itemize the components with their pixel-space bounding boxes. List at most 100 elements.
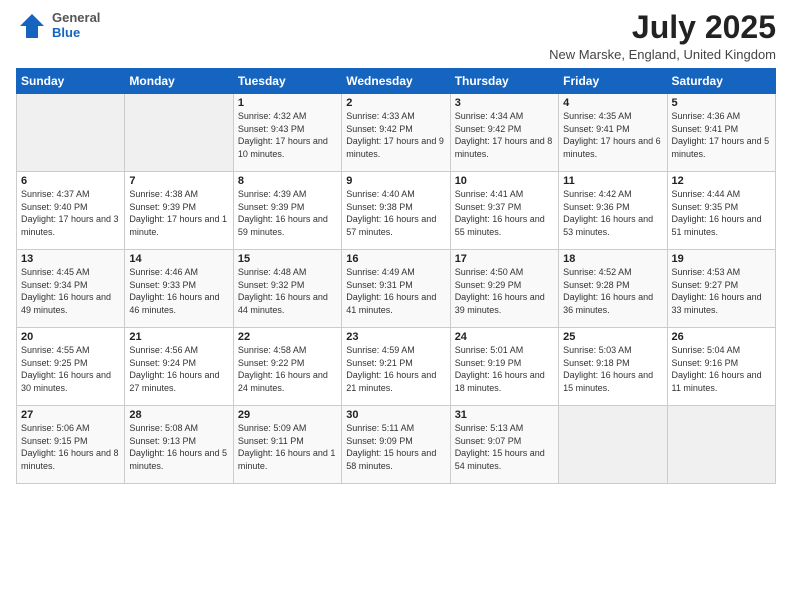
day-daylight: Daylight: 16 hours and 33 minutes. [672, 292, 762, 315]
day-daylight: Daylight: 17 hours and 10 minutes. [238, 136, 328, 159]
day-daylight: Daylight: 16 hours and 51 minutes. [672, 214, 762, 237]
day-sunset: Sunset: 9:39 PM [129, 202, 196, 212]
logo-general: General [52, 11, 100, 26]
day-sunrise: Sunrise: 4:41 AM [455, 189, 524, 199]
table-row: 3 Sunrise: 4:34 AM Sunset: 9:42 PM Dayli… [450, 94, 558, 172]
table-row [667, 406, 775, 484]
day-sunrise: Sunrise: 4:36 AM [672, 111, 741, 121]
day-daylight: Daylight: 17 hours and 8 minutes. [455, 136, 553, 159]
day-number: 28 [129, 409, 228, 421]
table-row: 26 Sunrise: 5:04 AM Sunset: 9:16 PM Dayl… [667, 328, 775, 406]
day-daylight: Daylight: 17 hours and 5 minutes. [672, 136, 770, 159]
day-sunrise: Sunrise: 4:39 AM [238, 189, 307, 199]
day-sunset: Sunset: 9:33 PM [129, 280, 196, 290]
day-number: 9 [346, 175, 445, 187]
day-sunrise: Sunrise: 4:45 AM [21, 267, 90, 277]
day-number: 20 [21, 331, 120, 343]
day-sunrise: Sunrise: 4:58 AM [238, 345, 307, 355]
day-daylight: Daylight: 16 hours and 15 minutes. [563, 370, 653, 393]
day-sunset: Sunset: 9:39 PM [238, 202, 305, 212]
day-daylight: Daylight: 16 hours and 49 minutes. [21, 292, 111, 315]
day-sunrise: Sunrise: 4:50 AM [455, 267, 524, 277]
day-daylight: Daylight: 16 hours and 24 minutes. [238, 370, 328, 393]
day-daylight: Daylight: 16 hours and 11 minutes. [672, 370, 762, 393]
day-sunset: Sunset: 9:24 PM [129, 358, 196, 368]
header-friday: Friday [559, 69, 667, 94]
day-daylight: Daylight: 17 hours and 3 minutes. [21, 214, 119, 237]
day-number: 27 [21, 409, 120, 421]
calendar-week-row: 13 Sunrise: 4:45 AM Sunset: 9:34 PM Dayl… [17, 250, 776, 328]
calendar-week-row: 27 Sunrise: 5:06 AM Sunset: 9:15 PM Dayl… [17, 406, 776, 484]
table-row: 18 Sunrise: 4:52 AM Sunset: 9:28 PM Dayl… [559, 250, 667, 328]
day-daylight: Daylight: 16 hours and 30 minutes. [21, 370, 111, 393]
calendar-week-row: 6 Sunrise: 4:37 AM Sunset: 9:40 PM Dayli… [17, 172, 776, 250]
table-row: 29 Sunrise: 5:09 AM Sunset: 9:11 PM Dayl… [233, 406, 341, 484]
day-sunset: Sunset: 9:42 PM [455, 124, 522, 134]
day-daylight: Daylight: 16 hours and 55 minutes. [455, 214, 545, 237]
day-sunset: Sunset: 9:11 PM [238, 436, 304, 446]
day-sunrise: Sunrise: 5:06 AM [21, 423, 90, 433]
day-daylight: Daylight: 16 hours and 36 minutes. [563, 292, 653, 315]
day-daylight: Daylight: 16 hours and 5 minutes. [129, 448, 227, 471]
table-row: 14 Sunrise: 4:46 AM Sunset: 9:33 PM Dayl… [125, 250, 233, 328]
day-number: 21 [129, 331, 228, 343]
table-row [559, 406, 667, 484]
day-daylight: Daylight: 17 hours and 6 minutes. [563, 136, 661, 159]
day-daylight: Daylight: 16 hours and 41 minutes. [346, 292, 436, 315]
day-sunset: Sunset: 9:32 PM [238, 280, 305, 290]
table-row: 20 Sunrise: 4:55 AM Sunset: 9:25 PM Dayl… [17, 328, 125, 406]
day-number: 14 [129, 253, 228, 265]
day-daylight: Daylight: 16 hours and 46 minutes. [129, 292, 219, 315]
logo-icon [16, 10, 48, 42]
calendar-week-row: 20 Sunrise: 4:55 AM Sunset: 9:25 PM Dayl… [17, 328, 776, 406]
day-number: 16 [346, 253, 445, 265]
day-daylight: Daylight: 17 hours and 1 minute. [129, 214, 227, 237]
table-row: 7 Sunrise: 4:38 AM Sunset: 9:39 PM Dayli… [125, 172, 233, 250]
day-sunrise: Sunrise: 4:59 AM [346, 345, 415, 355]
day-sunrise: Sunrise: 4:44 AM [672, 189, 741, 199]
calendar-week-row: 1 Sunrise: 4:32 AM Sunset: 9:43 PM Dayli… [17, 94, 776, 172]
day-number: 22 [238, 331, 337, 343]
day-number: 19 [672, 253, 771, 265]
month-title: July 2025 [549, 10, 776, 45]
day-number: 30 [346, 409, 445, 421]
day-daylight: Daylight: 16 hours and 18 minutes. [455, 370, 545, 393]
day-sunset: Sunset: 9:34 PM [21, 280, 88, 290]
calendar-table: Sunday Monday Tuesday Wednesday Thursday… [16, 68, 776, 484]
day-number: 25 [563, 331, 662, 343]
header-monday: Monday [125, 69, 233, 94]
day-number: 12 [672, 175, 771, 187]
day-sunrise: Sunrise: 4:40 AM [346, 189, 415, 199]
day-sunset: Sunset: 9:42 PM [346, 124, 413, 134]
day-sunset: Sunset: 9:38 PM [346, 202, 413, 212]
table-row: 6 Sunrise: 4:37 AM Sunset: 9:40 PM Dayli… [17, 172, 125, 250]
day-number: 6 [21, 175, 120, 187]
day-sunrise: Sunrise: 4:35 AM [563, 111, 632, 121]
table-row: 11 Sunrise: 4:42 AM Sunset: 9:36 PM Dayl… [559, 172, 667, 250]
day-sunset: Sunset: 9:29 PM [455, 280, 522, 290]
day-number: 13 [21, 253, 120, 265]
day-sunset: Sunset: 9:16 PM [672, 358, 739, 368]
day-sunrise: Sunrise: 5:01 AM [455, 345, 524, 355]
day-sunrise: Sunrise: 4:48 AM [238, 267, 307, 277]
table-row: 21 Sunrise: 4:56 AM Sunset: 9:24 PM Dayl… [125, 328, 233, 406]
day-number: 8 [238, 175, 337, 187]
table-row: 8 Sunrise: 4:39 AM Sunset: 9:39 PM Dayli… [233, 172, 341, 250]
day-sunrise: Sunrise: 5:04 AM [672, 345, 741, 355]
page-header: General Blue July 2025 New Marske, Engla… [16, 10, 776, 62]
table-row: 19 Sunrise: 4:53 AM Sunset: 9:27 PM Dayl… [667, 250, 775, 328]
day-sunrise: Sunrise: 4:42 AM [563, 189, 632, 199]
table-row: 27 Sunrise: 5:06 AM Sunset: 9:15 PM Dayl… [17, 406, 125, 484]
day-sunset: Sunset: 9:40 PM [21, 202, 88, 212]
calendar-header-row: Sunday Monday Tuesday Wednesday Thursday… [17, 69, 776, 94]
table-row: 28 Sunrise: 5:08 AM Sunset: 9:13 PM Dayl… [125, 406, 233, 484]
day-sunrise: Sunrise: 4:53 AM [672, 267, 741, 277]
day-sunrise: Sunrise: 5:03 AM [563, 345, 632, 355]
day-daylight: Daylight: 16 hours and 44 minutes. [238, 292, 328, 315]
header-wednesday: Wednesday [342, 69, 450, 94]
day-number: 31 [455, 409, 554, 421]
table-row: 17 Sunrise: 4:50 AM Sunset: 9:29 PM Dayl… [450, 250, 558, 328]
day-number: 7 [129, 175, 228, 187]
day-sunset: Sunset: 9:07 PM [455, 436, 522, 446]
day-sunset: Sunset: 9:18 PM [563, 358, 630, 368]
